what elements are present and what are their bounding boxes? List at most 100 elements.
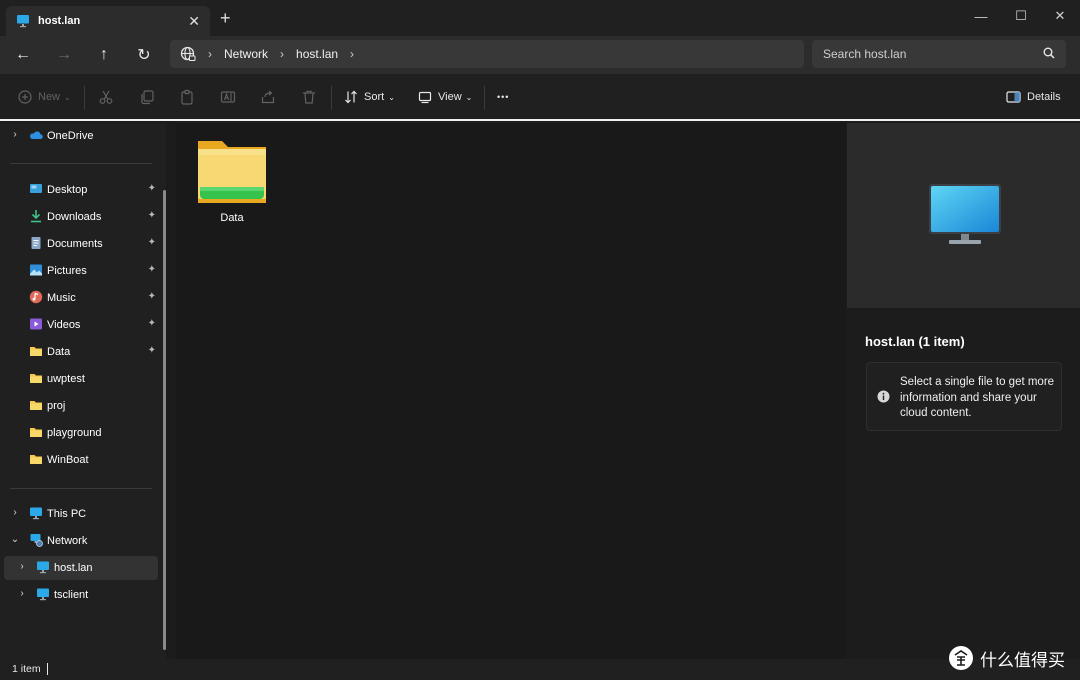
copy-button[interactable] <box>139 86 155 108</box>
sidebar-item-documents[interactable]: Documents ✦ <box>4 232 158 256</box>
close-window-icon[interactable]: ✕ <box>1045 4 1075 28</box>
watermark: 什么值得买 <box>948 643 1065 673</box>
chevron-right-icon[interactable]: › <box>10 129 20 140</box>
view-button[interactable]: View ⌄ <box>418 86 472 108</box>
desktop-icon <box>30 184 42 193</box>
sidebar-divider <box>10 488 152 489</box>
sidebar-item-label: This PC <box>47 508 87 520</box>
folder-icon <box>30 428 42 437</box>
breadcrumb-host-lan[interactable]: host.lan <box>296 47 338 61</box>
chevron-down-icon[interactable]: ⌄ <box>10 534 20 545</box>
sidebar-item-winboat[interactable]: WinBoat <box>4 448 158 472</box>
back-icon[interactable]: ← <box>10 43 36 67</box>
toolbar-divider <box>484 86 485 110</box>
paste-button[interactable] <box>179 86 195 108</box>
computer-icon <box>30 507 42 520</box>
details-button[interactable]: Details <box>1006 86 1061 108</box>
sidebar-item-desktop[interactable]: Desktop ✦ <box>4 178 158 202</box>
folder-icon <box>30 401 42 410</box>
network-globe-icon <box>180 46 196 61</box>
more-options-icon[interactable]: ••• <box>497 86 509 108</box>
breadcrumb-separator-icon[interactable]: › <box>280 47 284 61</box>
address-bar[interactable]: › Network › host.lan › <box>170 40 804 68</box>
status-bar: 1 item <box>0 659 1080 680</box>
sidebar-item-data[interactable]: Data ✦ <box>4 340 158 364</box>
info-text: Select a single file to get more informa… <box>900 376 1055 419</box>
chevron-right-icon[interactable]: › <box>17 588 27 599</box>
folder-icon <box>30 347 42 356</box>
sidebar-item-tsclient[interactable]: › tsclient <box>4 583 158 607</box>
sidebar-item-label: playground <box>47 427 102 439</box>
details-pane: host.lan (1 item) Select a single file t… <box>847 123 1080 659</box>
sidebar-item-label: Documents <box>47 238 103 250</box>
sidebar-item-proj[interactable]: proj <box>4 394 158 418</box>
forward-icon[interactable]: → <box>51 43 77 67</box>
sidebar-item-pictures[interactable]: Pictures ✦ <box>4 259 158 283</box>
tab-host-lan[interactable]: host.lan ✕ <box>6 6 210 36</box>
chevron-right-icon[interactable]: › <box>10 507 20 518</box>
sidebar-item-label: Downloads <box>47 211 102 223</box>
sidebar-item-label: OneDrive <box>47 130 94 142</box>
view-icon <box>418 91 432 104</box>
sort-button[interactable]: Sort ⌄ <box>344 86 395 108</box>
new-tab-icon[interactable]: + <box>220 9 231 27</box>
pin-icon[interactable]: ✦ <box>148 264 156 275</box>
title-bar: host.lan ✕ + — ☐ ✕ <box>0 0 1080 36</box>
share-button[interactable] <box>260 86 276 108</box>
plus-circle-icon <box>18 90 32 104</box>
delete-button[interactable] <box>301 86 317 108</box>
sidebar-item-videos[interactable]: Videos ✦ <box>4 313 158 337</box>
details-label: Details <box>1027 91 1061 103</box>
sidebar-item-label: Data <box>47 346 71 358</box>
pin-icon[interactable]: ✦ <box>148 237 156 248</box>
cut-button[interactable] <box>98 86 114 108</box>
details-title: host.lan (1 item) <box>865 334 965 349</box>
sidebar-item-label: tsclient <box>54 589 89 601</box>
new-label: New <box>38 91 61 103</box>
search-icon[interactable] <box>1042 46 1056 60</box>
new-button[interactable]: New ⌄ <box>18 86 71 108</box>
pin-icon[interactable]: ✦ <box>148 183 156 194</box>
chevron-down-icon: ⌄ <box>388 92 395 102</box>
shared-folder-icon <box>198 141 266 203</box>
preview-area <box>847 123 1080 308</box>
search-input[interactable]: Search host.lan <box>812 40 1066 68</box>
sidebar-item-host-lan[interactable]: › host.lan <box>4 556 158 580</box>
refresh-icon[interactable]: ↻ <box>131 43 157 67</box>
sidebar-item-downloads[interactable]: Downloads ✦ <box>4 205 158 229</box>
pin-icon[interactable]: ✦ <box>148 291 156 302</box>
tab-close-icon[interactable]: ✕ <box>188 13 200 30</box>
file-list[interactable]: Data <box>176 123 846 659</box>
sidebar-item-music[interactable]: Music ✦ <box>4 286 158 310</box>
pin-icon[interactable]: ✦ <box>148 210 156 221</box>
sidebar-item-uwptest[interactable]: uwptest <box>4 367 158 391</box>
file-item[interactable]: Data <box>192 137 272 227</box>
maximize-icon[interactable]: ☐ <box>1006 4 1036 28</box>
sidebar-item-label: Videos <box>47 319 81 331</box>
file-name: Data <box>220 212 244 224</box>
sidebar-item-label: Desktop <box>47 184 88 196</box>
chevron-right-icon[interactable]: › <box>17 561 27 572</box>
sidebar-item-playground[interactable]: playground <box>4 421 158 445</box>
toolbar-divider <box>84 86 85 110</box>
cloud-icon <box>30 131 43 139</box>
rename-icon <box>220 91 236 103</box>
sidebar-scrollbar[interactable] <box>163 190 166 650</box>
breadcrumb-separator-icon[interactable]: › <box>350 47 354 61</box>
chevron-down-icon: ⌄ <box>64 92 71 102</box>
up-icon[interactable]: ↑ <box>91 43 117 67</box>
pin-icon[interactable]: ✦ <box>148 345 156 356</box>
toolbar-divider <box>331 86 332 110</box>
sidebar-item-network[interactable]: ⌄ Network <box>4 529 158 553</box>
breadcrumb-network[interactable]: Network <box>224 47 268 61</box>
breadcrumb-separator-icon[interactable]: › <box>208 47 212 61</box>
sidebar-item-this-pc[interactable]: › This PC <box>4 502 158 526</box>
sidebar-item-label: Pictures <box>47 265 87 277</box>
rename-button[interactable] <box>220 86 236 108</box>
minimize-icon[interactable]: — <box>966 4 996 28</box>
sidebar-item-label: proj <box>47 400 66 412</box>
music-icon <box>29 290 43 304</box>
pin-icon[interactable]: ✦ <box>148 318 156 329</box>
sidebar-item-onedrive[interactable]: › OneDrive <box>4 124 158 148</box>
watermark-text: 什么值得买 <box>980 650 1065 671</box>
